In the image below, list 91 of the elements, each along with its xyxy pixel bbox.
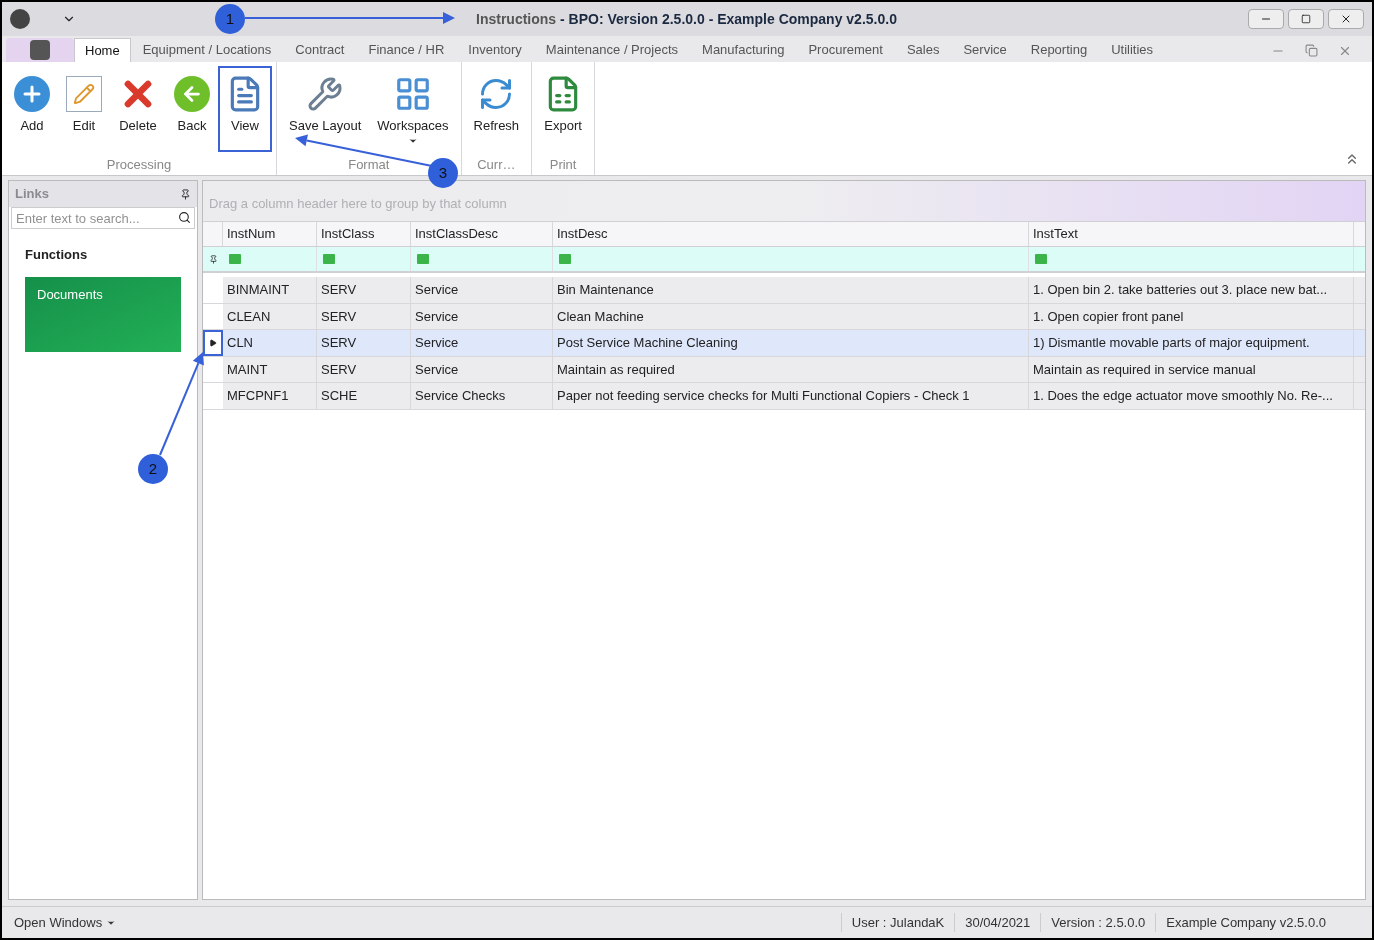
ribbon-tab[interactable]: Finance / HR [356, 38, 457, 62]
grid-row[interactable]: CLEAN SERV Service Clean Machine 1. Open copier front panel [203, 303, 1365, 330]
column-header[interactable]: InstText [1029, 222, 1354, 246]
table-cell: CLEAN [223, 303, 317, 329]
table-cell: Service [411, 277, 553, 303]
table-cell: Service [411, 330, 553, 356]
close-icon [1340, 13, 1352, 25]
ribbon-tab[interactable]: Reporting [1018, 38, 1100, 62]
window-title: Instructions - BPO: Version 2.5.0.0 - Example Company v2.5.0.0 [476, 9, 897, 29]
ribbon-button[interactable]: Back [166, 66, 218, 152]
table-cell: Paper not feeding service checks for Multi Functional Copiers - Check 1 [553, 383, 1029, 409]
application-menu-button[interactable] [6, 38, 74, 62]
text-filter-icon [559, 254, 571, 264]
ribbon-tab[interactable]: Manufacturing [690, 38, 797, 62]
status-item: User : JulandaK [840, 912, 955, 933]
row-indicator-icon [209, 338, 217, 347]
table-cell: MFCPNF1 [223, 383, 317, 409]
table-cell: Post Service Machine Cleaning [553, 330, 1029, 356]
ribbon-group-label: Curr… [477, 156, 516, 172]
table-cell: 1. Open copier front panel [1029, 303, 1354, 329]
app-logo-icon[interactable] [10, 9, 30, 29]
table-cell: SERV [317, 277, 411, 303]
text-filter-icon [323, 254, 335, 264]
table-cell: 1) Dismantle movable parts of major equipment. [1029, 330, 1354, 356]
search-field[interactable]: Enter text to search... [11, 207, 195, 229]
documents-tile[interactable]: Documents [25, 276, 181, 352]
text-filter-icon [229, 254, 241, 264]
table-cell: SERV [317, 303, 411, 329]
minimize-button[interactable] [1248, 9, 1284, 29]
ribbon-button[interactable]: Workspaces [369, 66, 457, 152]
ribbon-tab[interactable]: Home [74, 38, 131, 62]
column-header[interactable]: InstDesc [553, 222, 1029, 246]
close-button[interactable] [1328, 9, 1364, 29]
table-cell: MAINT [223, 356, 317, 382]
pencil-page-icon [66, 76, 102, 112]
restore-icon[interactable] [1305, 44, 1318, 57]
grid-row[interactable]: BINMAINT SERV Service Bin Maintenance 1. Open bin 2. take batteries out 3. place new bat... [203, 277, 1365, 304]
grid-row[interactable]: MAINT SERV Service Maintain as required Maintain as required in service manual [203, 356, 1365, 383]
maximize-icon [1301, 14, 1311, 24]
table-cell: 1. Does the edge actuator move smoothly No. Re-... [1029, 383, 1354, 409]
text-filter-icon [417, 254, 429, 264]
table-cell: Maintain as required [553, 356, 1029, 382]
search-icon [178, 211, 191, 224]
ribbon-tab[interactable]: Inventory [456, 38, 534, 62]
table-cell: Service [411, 303, 553, 329]
ribbon-tab[interactable]: Sales [894, 38, 952, 62]
table-cell: Service Checks [411, 383, 553, 409]
ribbon-tab[interactable]: Equipment / Locations [130, 38, 284, 62]
panel-title: Links [15, 185, 49, 204]
ribbon-button[interactable]: Refresh [465, 66, 528, 152]
ribbon-tab[interactable]: Service [951, 38, 1019, 62]
row-indicator[interactable] [203, 330, 223, 356]
ribbon-button[interactable]: Edit [58, 66, 110, 152]
ribbon-group-label: Processing [106, 156, 172, 172]
table-cell: SERV [317, 356, 411, 382]
table-cell: Maintain as required in service manual [1029, 356, 1354, 382]
text-filter-icon [1035, 254, 1047, 264]
open-windows-menu[interactable]: Open Windows [14, 912, 117, 933]
status-item: Version : 2.5.0.0 [1040, 912, 1156, 933]
table-cell: Bin Maintenance [553, 277, 1029, 303]
maximize-button[interactable] [1288, 9, 1324, 29]
table-cell: 1. Open bin 2. take batteries out 3. place new bat... [1029, 277, 1354, 303]
section-heading: Functions [24, 246, 89, 264]
ribbon-button[interactable]: View [218, 66, 272, 152]
grid-row[interactable]: MFCPNF1 SCHE Service Checks Paper not feeding service checks for Multi Functional Copiers - Check 1 1. Does the edge actuator move smoothly No. Re-... [203, 383, 1365, 410]
ribbon-group-label: Print [549, 156, 577, 172]
grid-row[interactable]: CLN SERV Service Post Service Machine Cleaning 1) Dismantle movable parts of major equipment. [203, 330, 1365, 357]
ribbon-tab[interactable]: Utilities [1099, 38, 1166, 62]
ribbon-button[interactable]: Add [6, 66, 58, 152]
pin-icon[interactable] [180, 188, 191, 200]
ribbon-button[interactable]: Save Layout [281, 66, 370, 152]
table-cell: BINMAINT [223, 277, 317, 303]
status-item: 30/04/2021 [954, 912, 1041, 933]
ribbon-tab[interactable]: Maintenance / Projects [533, 38, 691, 62]
table-cell: SERV [317, 330, 411, 356]
column-header[interactable]: InstClass [317, 222, 411, 246]
group-by-hint: Drag a column header here to group by that column [209, 194, 507, 213]
status-item: Example Company v2.5.0.0 [1155, 912, 1336, 933]
column-header[interactable]: InstClassDesc [411, 222, 553, 246]
ribbon-group-label: Format [348, 156, 390, 172]
ribbon-tab[interactable]: Procurement [796, 38, 895, 62]
ribbon-tab[interactable]: Contract [283, 38, 357, 62]
ribbon-button[interactable]: Export [536, 66, 591, 152]
filter-pin-icon [208, 254, 218, 264]
table-cell: Service [411, 356, 553, 382]
column-header[interactable]: InstNum [223, 222, 317, 246]
table-cell: SCHE [317, 383, 411, 409]
table-cell: CLN [223, 330, 317, 356]
close-icon[interactable] [1338, 44, 1352, 58]
ribbon-button[interactable]: Delete [110, 66, 166, 152]
table-cell: Clean Machine [553, 303, 1029, 329]
